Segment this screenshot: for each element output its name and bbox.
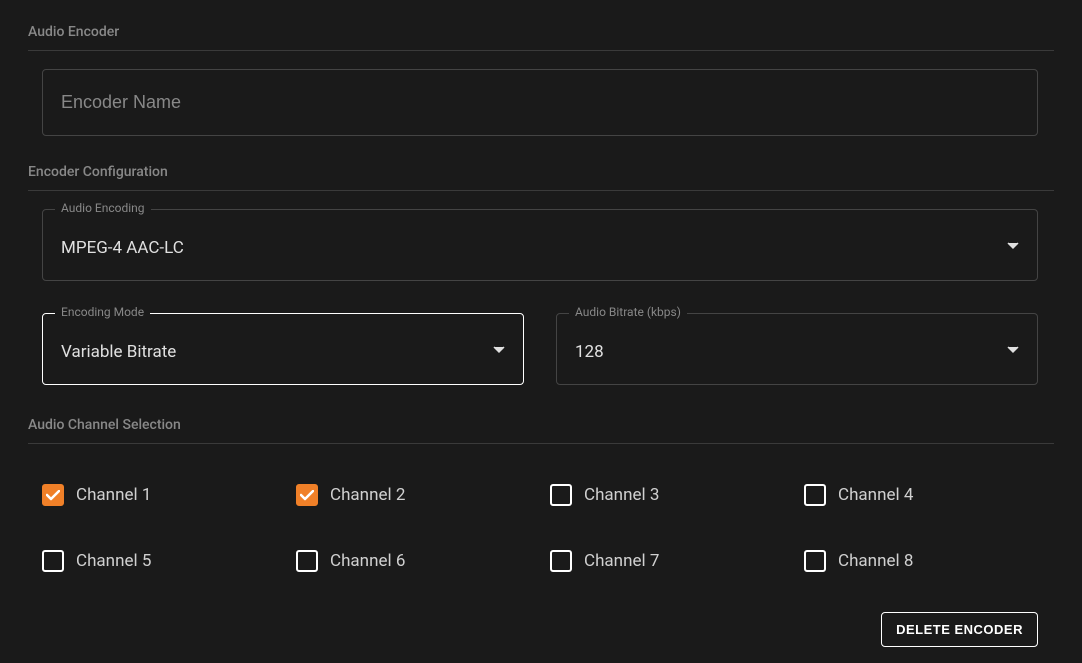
channel-label: Channel 4 <box>838 485 913 505</box>
channel-checkbox-5[interactable] <box>42 550 64 572</box>
channel-checkbox-6[interactable] <box>296 550 318 572</box>
audio-bitrate-value: 128 <box>575 334 604 362</box>
audio-encoding-select[interactable]: Audio Encoding MPEG-4 AAC-LC <box>42 209 1038 281</box>
audio-bitrate-label: Audio Bitrate (kbps) <box>569 305 687 319</box>
encoding-mode-value: Variable Bitrate <box>61 334 176 362</box>
channel-checkbox-row-5[interactable]: Channel 5 <box>42 550 276 572</box>
audio-bitrate-select[interactable]: Audio Bitrate (kbps) 128 <box>556 313 1038 385</box>
channel-checkbox-row-3[interactable]: Channel 3 <box>550 484 784 506</box>
channel-label: Channel 2 <box>330 485 405 505</box>
encoding-mode-label: Encoding Mode <box>55 305 150 319</box>
chevron-down-icon <box>493 339 505 358</box>
channel-checkbox-row-8[interactable]: Channel 8 <box>804 550 1038 572</box>
encoding-mode-select[interactable]: Encoding Mode Variable Bitrate <box>42 313 524 385</box>
channel-checkbox-2[interactable] <box>296 484 318 506</box>
channel-checkbox-row-7[interactable]: Channel 7 <box>550 550 784 572</box>
chevron-down-icon <box>1007 235 1019 254</box>
action-row: DELETE ENCODER <box>28 612 1038 647</box>
channel-label: Channel 8 <box>838 551 913 571</box>
channel-checkbox-8[interactable] <box>804 550 826 572</box>
section-header-encoder-config: Encoder Configuration <box>28 164 1054 191</box>
channel-checkbox-row-6[interactable]: Channel 6 <box>296 550 530 572</box>
chevron-down-icon <box>1007 339 1019 358</box>
channel-checkbox-1[interactable] <box>42 484 64 506</box>
channel-label: Channel 5 <box>76 551 151 571</box>
delete-encoder-button[interactable]: DELETE ENCODER <box>881 612 1038 647</box>
channel-label: Channel 6 <box>330 551 405 571</box>
section-header-audio-encoder: Audio Encoder <box>28 24 1054 51</box>
audio-encoding-value: MPEG-4 AAC-LC <box>61 230 184 258</box>
channel-label: Channel 7 <box>584 551 659 571</box>
channels-grid: Channel 1 Channel 2 Channel 3 Channel 4 Chan… <box>42 462 1038 572</box>
channel-checkbox-row-1[interactable]: Channel 1 <box>42 484 276 506</box>
audio-encoding-label: Audio Encoding <box>55 201 151 215</box>
channel-checkbox-row-4[interactable]: Channel 4 <box>804 484 1038 506</box>
section-header-channel-selection: Audio Channel Selection <box>28 417 1054 444</box>
channel-checkbox-4[interactable] <box>804 484 826 506</box>
channel-label: Channel 1 <box>76 485 151 505</box>
channel-checkbox-row-2[interactable]: Channel 2 <box>296 484 530 506</box>
channel-checkbox-7[interactable] <box>550 550 572 572</box>
channel-checkbox-3[interactable] <box>550 484 572 506</box>
encoder-name-input[interactable] <box>42 69 1038 136</box>
channel-label: Channel 3 <box>584 485 659 505</box>
